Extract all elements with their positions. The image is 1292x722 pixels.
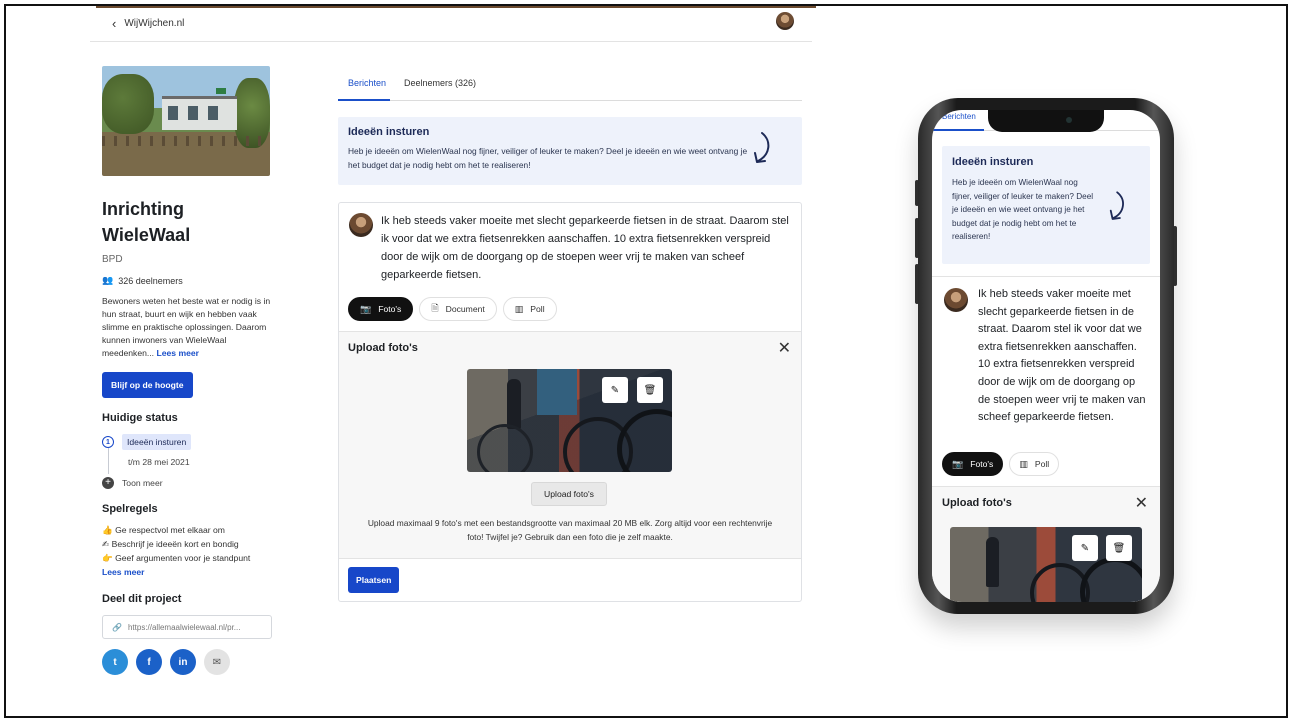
rules-read-more-link[interactable]: Lees meer [102, 565, 278, 579]
mobile-poll-label: Poll [1034, 459, 1050, 469]
status-heading: Huidige status [102, 412, 178, 424]
mobile-idea-info-box: Ideeën insturen Heb je ideeën om WielenW… [942, 146, 1150, 264]
rules-list: 👍 Ge respectvol met elkaar om ✍ Beschrij… [102, 523, 278, 579]
mobile-poll-attachment-button[interactable]: ▥ Poll [1009, 452, 1060, 476]
back-link[interactable]: ‹ WijWijchen.nl [112, 16, 184, 31]
document-label: Document [445, 304, 485, 314]
project-cover-image [102, 66, 270, 176]
author-avatar [944, 288, 968, 312]
idea-info-box: Ideeën insturen Heb je ideeën om WielenW… [338, 117, 802, 185]
rule-item: 👉 Geef argumenten voor je standpunt [102, 553, 251, 563]
photos-attachment-button[interactable]: 📷 Foto's [348, 297, 414, 321]
show-more-button[interactable]: + Toon meer [102, 477, 278, 489]
divider [932, 276, 1160, 277]
mobile-idea-heading: Ideeën insturen [952, 156, 1034, 168]
mobile-upload-heading: Upload foto's [942, 497, 1012, 509]
tab-deelnemers[interactable]: Deelnemers (326) [404, 78, 476, 88]
phone-notch [988, 110, 1104, 132]
camera-icon: 📷 [360, 303, 372, 314]
top-bar: ‹ WijWijchen.nl [90, 6, 812, 42]
twitter-icon[interactable]: t [102, 649, 128, 675]
share-url-field[interactable]: 🔗 https://allemaalwielewaal.nl/pr... [102, 615, 272, 639]
submit-post-button[interactable]: Plaatsen [348, 567, 400, 593]
phone-screen: Berichten Ideeën insturen Heb je ideeën … [932, 110, 1160, 602]
mobile-post-text-input[interactable]: Ik heb steeds vaker moeite met slecht ge… [978, 286, 1150, 427]
chevron-left-icon: ‹ [112, 16, 117, 31]
mobile-uploaded-photo: ✎ 🗑 [950, 527, 1142, 602]
trash-icon[interactable]: 🗑 [637, 377, 663, 403]
back-link-label: WijWijchen.nl [124, 18, 185, 29]
members-label: 326 deelnemers [118, 275, 183, 286]
mail-icon[interactable]: ✉ [204, 649, 230, 675]
curved-arrow-icon [1109, 191, 1124, 220]
share-url: https://allemaalwielewaal.nl/pr... [127, 622, 241, 632]
close-icon[interactable]: ✕ [778, 338, 791, 358]
trash-icon[interactable]: 🗑 [1106, 535, 1132, 561]
edit-icon[interactable]: ✎ [1072, 535, 1098, 561]
follow-button[interactable]: Blijf op de hoogte [102, 372, 193, 398]
read-more-link[interactable]: Lees meer [156, 348, 199, 358]
status-timeline-line [108, 448, 109, 474]
edit-icon[interactable]: ✎ [602, 377, 628, 403]
status-step: 1 Ideeën insturen [102, 434, 278, 474]
project-description: Bewoners weten het beste wat er nodig is… [102, 295, 274, 360]
facebook-icon[interactable]: f [136, 649, 162, 675]
phone-mockup: Berichten Ideeën insturen Heb je ideeën … [918, 98, 1174, 614]
curved-arrow-icon [754, 132, 770, 163]
photos-label: Foto's [378, 304, 402, 314]
status-date: t/m 28 mei 2021 [128, 457, 190, 467]
mobile-attachment-options: 📷 Foto's ▥ Poll [942, 452, 1060, 476]
idea-heading: Ideeën insturen [348, 126, 430, 138]
rule-item: ✍ Beschrijf je ideeën kort en bondig [102, 539, 239, 549]
poll-label: Poll [530, 304, 545, 314]
document-icon: 🗎 [431, 303, 439, 313]
mobile-tab-berichten[interactable]: Berichten [942, 112, 976, 121]
photo-upload-panel: Upload foto's ✕ ✎ 🗑 Upload foto's Upload… [339, 332, 801, 558]
post-composer: Ik heb steeds vaker moeite met slecht ge… [338, 202, 802, 602]
uploaded-photo: ✎ 🗑 [467, 369, 672, 472]
close-icon[interactable]: ✕ [1135, 493, 1148, 513]
plus-icon: + [102, 477, 114, 489]
status-badge: Ideeën insturen [122, 434, 192, 450]
author-avatar [349, 213, 373, 237]
linkedin-icon[interactable]: in [170, 649, 196, 675]
content-tabs: Berichten Deelnemers (326) [338, 74, 802, 101]
upload-note: Upload maximaal 9 foto's met een bestand… [367, 518, 773, 542]
upload-photos-button[interactable]: Upload foto's [531, 482, 607, 506]
mobile-photo-upload-panel: Upload foto's ✕ ✎ 🗑 [932, 487, 1160, 602]
idea-text: Heb je ideeën om WielenWaal nog fijner, … [348, 146, 748, 170]
project-title: Inrichting WieleWaal [102, 199, 191, 245]
camera-icon: 📷 [952, 458, 964, 469]
rules-heading: Spelregels [102, 503, 158, 515]
active-tab-indicator [338, 99, 390, 101]
mobile-photos-label: Foto's [970, 459, 994, 469]
mobile-idea-text: Heb je ideeën om WielenWaal nog fijner, … [952, 178, 1094, 242]
attachment-options: 📷 Foto's 🗎 Document ▥ Poll [348, 297, 557, 321]
mobile-active-tab-indicator [932, 129, 984, 131]
poll-icon: ▥ [1019, 458, 1028, 469]
members-count: 👥 326 deelnemers [102, 275, 278, 286]
tab-berichten[interactable]: Berichten [348, 78, 386, 88]
project-sidebar: Inrichting WieleWaal BPD 👥 326 deelnemer… [102, 66, 278, 675]
people-icon: 👥 [102, 275, 114, 285]
document-attachment-button[interactable]: 🗎 Document [419, 297, 497, 321]
poll-attachment-button[interactable]: ▥ Poll [502, 297, 557, 321]
divider [339, 558, 801, 559]
project-org: BPD [102, 254, 123, 265]
user-avatar[interactable] [776, 12, 794, 30]
rule-item: 👍 Ge respectvol met elkaar om [102, 525, 225, 535]
mobile-photos-attachment-button[interactable]: 📷 Foto's [942, 452, 1004, 476]
post-text-input[interactable]: Ik heb steeds vaker moeite met slecht ge… [381, 212, 791, 284]
step-number-icon: 1 [102, 436, 114, 448]
link-icon: 🔗 [112, 622, 122, 632]
social-share-buttons: t f in ✉ [102, 649, 278, 675]
share-heading: Deel dit project [102, 593, 182, 605]
poll-icon: ▥ [514, 303, 524, 314]
upload-heading: Upload foto's [348, 342, 418, 354]
show-more-label: Toon meer [122, 478, 163, 488]
